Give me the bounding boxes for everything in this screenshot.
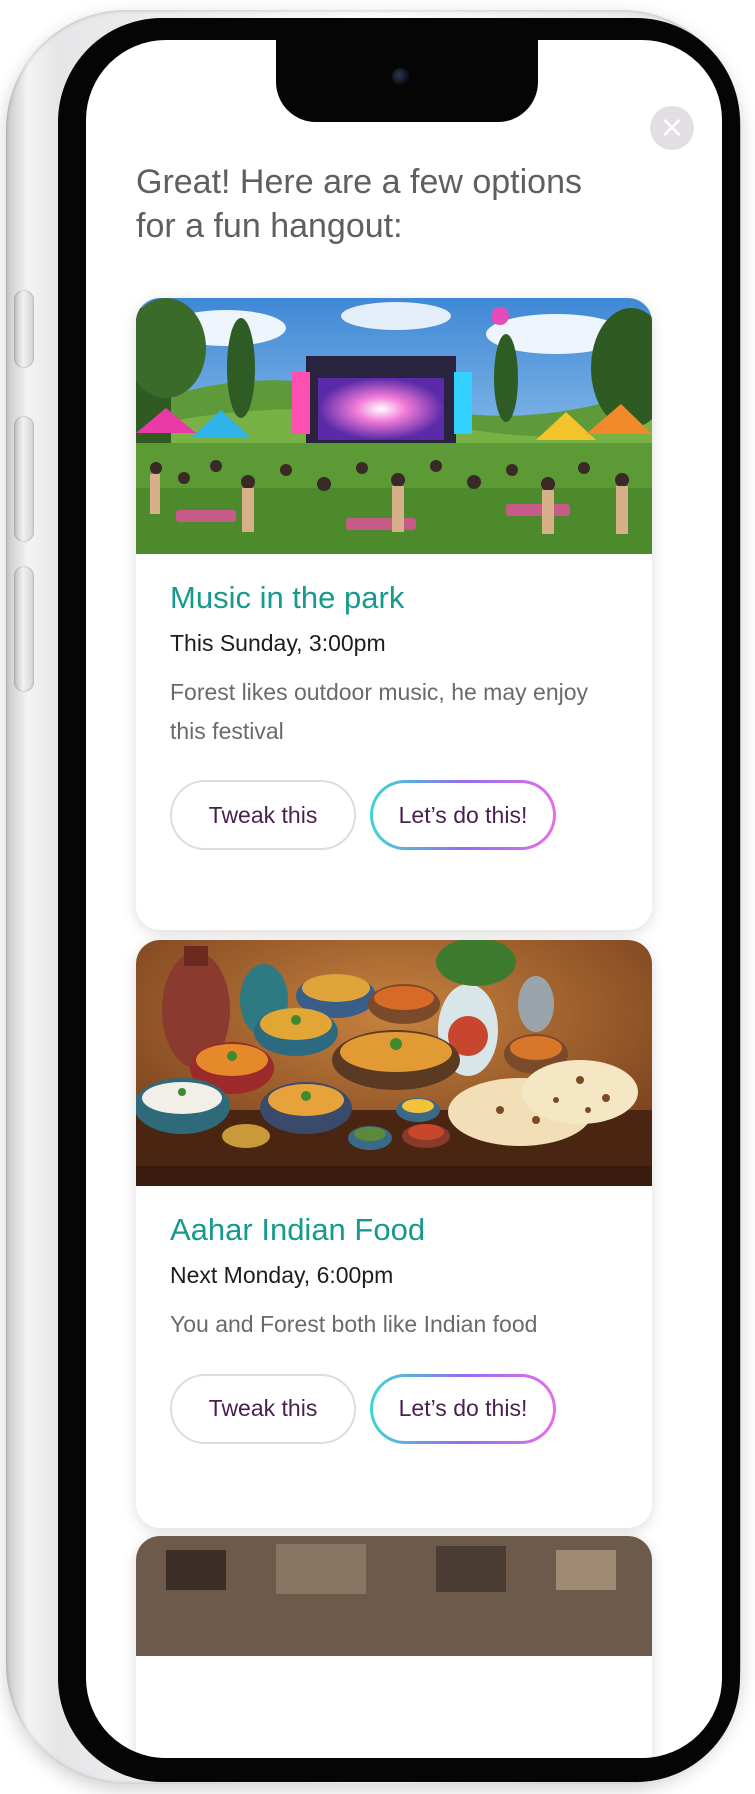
card-title: Aahar Indian Food xyxy=(170,1212,426,1247)
lets-do-this-button[interactable]: Let’s do this! xyxy=(370,1374,556,1444)
card-title: Music in the park xyxy=(170,580,405,615)
lets-do-this-button[interactable]: Let’s do this! xyxy=(370,780,556,850)
tweak-button[interactable]: Tweak this xyxy=(170,780,356,851)
card-body: Aahar Indian Food Next Monday, 6:00pm Yo… xyxy=(136,1186,652,1444)
indian-food-image xyxy=(136,940,652,1186)
partial-card-image-illustration xyxy=(136,1536,652,1656)
screen: × Great! Here are a few options for a fu… xyxy=(86,40,722,1758)
tweak-button[interactable]: Tweak this xyxy=(170,1373,356,1444)
indian-food-image-illustration xyxy=(136,940,652,1186)
festival-image xyxy=(136,298,652,554)
card-actions: Tweak this Let’s do this! xyxy=(170,1373,618,1444)
card-datetime: Next Monday, 6:00pm xyxy=(170,1262,394,1288)
front-camera xyxy=(392,68,410,86)
mute-switch xyxy=(14,290,34,368)
card-body: Music in the park This Sunday, 3:00pm Fo… xyxy=(136,554,652,851)
card-actions: Tweak this Let’s do this! xyxy=(170,780,618,851)
close-icon: × xyxy=(659,110,685,145)
phone-mockup: × Great! Here are a few options for a fu… xyxy=(0,0,755,1794)
volume-down-button xyxy=(14,566,34,692)
volume-up-button xyxy=(14,416,34,542)
card-description: Forest likes outdoor music, he may enjoy… xyxy=(170,679,589,744)
card-description: You and Forest both like Indian food xyxy=(170,1311,538,1337)
partial-card-image xyxy=(136,1536,652,1758)
intro-message: Great! Here are a few options for a fun … xyxy=(136,163,583,246)
notch xyxy=(276,40,538,122)
card-datetime: This Sunday, 3:00pm xyxy=(170,630,386,656)
suggestion-card-music: Music in the park This Sunday, 3:00pm Fo… xyxy=(136,298,652,930)
close-button[interactable]: × xyxy=(650,106,694,150)
festival-image-illustration xyxy=(136,298,652,554)
suggestion-card-indian-food: Aahar Indian Food Next Monday, 6:00pm Yo… xyxy=(136,940,652,1528)
suggestion-card-partial xyxy=(136,1536,652,1758)
